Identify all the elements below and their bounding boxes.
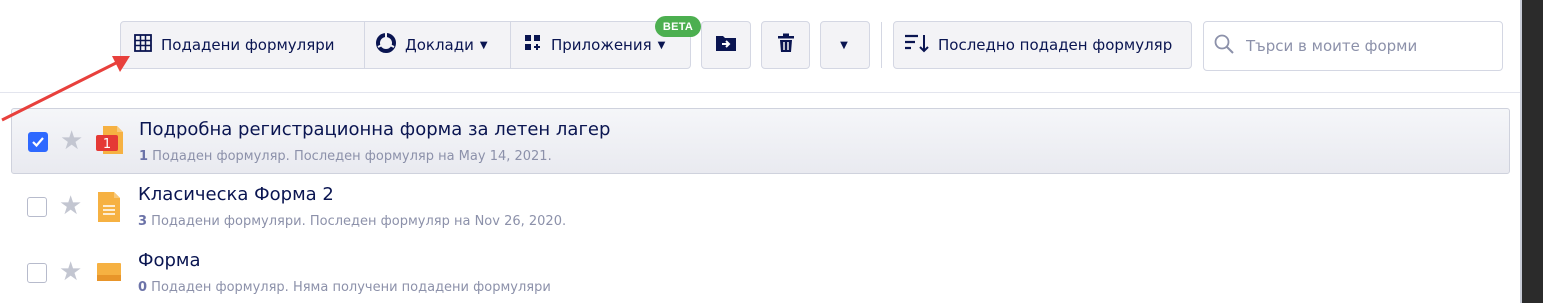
form-row[interactable]: ★ Класическа Форма 2 3 Подадени формуляр… — [11, 174, 1510, 240]
form-checkbox[interactable] — [27, 263, 47, 283]
submissions-label: Подадени формуляри — [161, 36, 335, 54]
form-row[interactable]: ★ 1 Подробна регистрационна форма за лет… — [11, 108, 1510, 174]
form-icon — [95, 257, 125, 293]
submission-text: Подаден формуляр. Няма получени подадени… — [147, 280, 551, 295]
submission-text: Подадени формуляри. Последен формуляр на… — [147, 214, 567, 229]
form-title[interactable]: Форма — [138, 250, 201, 271]
apps-grid-icon — [523, 33, 543, 57]
reports-button[interactable]: Доклади ▼ — [365, 22, 511, 68]
sort-icon — [904, 33, 930, 57]
submissions-button[interactable]: Подадени формуляри — [121, 22, 365, 68]
beta-badge: BETA — [655, 16, 701, 37]
more-actions-button[interactable]: ▼ — [820, 21, 870, 69]
window-edge — [1522, 0, 1543, 303]
form-row[interactable]: ★ Форма 0 Подаден формуляр. Няма получен… — [11, 240, 1510, 306]
check-icon — [32, 137, 44, 148]
move-to-folder-button[interactable] — [701, 21, 751, 69]
star-icon[interactable]: ★ — [59, 193, 82, 219]
form-title[interactable]: Подробна регистрационна форма за летен л… — [139, 119, 610, 140]
chevron-down-icon: ▼ — [657, 39, 666, 51]
form-title[interactable]: Класическа Форма 2 — [138, 184, 334, 205]
toolbar-divider — [881, 22, 882, 68]
form-checkbox[interactable] — [27, 197, 47, 217]
search-input[interactable] — [1244, 36, 1488, 56]
toolbar-button-group: Подадени формуляри Доклади ▼ Приложения … — [120, 21, 691, 69]
sort-button[interactable]: Последно подаден формуляр — [893, 21, 1192, 69]
pie-chart-icon — [375, 32, 397, 58]
star-icon[interactable]: ★ — [60, 128, 83, 154]
folder-move-icon — [715, 33, 737, 57]
chevron-down-icon: ▼ — [479, 39, 488, 51]
form-details: 0 Подаден формуляр. Няма получени подаде… — [138, 280, 551, 295]
reports-label: Доклади — [405, 36, 474, 54]
search-icon — [1214, 34, 1234, 58]
form-checkbox[interactable] — [28, 132, 48, 152]
submission-text: Подаден формуляр. Последен формуляр на M… — [148, 149, 552, 164]
submission-count: 0 — [138, 280, 148, 295]
submission-badge: 1 — [103, 137, 111, 152]
submission-count: 1 — [139, 149, 149, 164]
toolbar-separator — [0, 92, 1520, 93]
delete-button[interactable] — [761, 21, 810, 69]
chevron-down-icon: ▼ — [840, 39, 848, 51]
apps-label: Приложения — [551, 36, 652, 54]
star-icon[interactable]: ★ — [59, 259, 82, 285]
annotation-arrow — [1, 56, 130, 122]
form-details: 3 Подадени формуляри. Последен формуляр … — [138, 214, 566, 229]
search-box — [1203, 21, 1503, 71]
form-icon — [95, 191, 125, 227]
form-details: 1 Подаден формуляр. Последен формуляр на… — [139, 149, 552, 164]
trash-icon — [777, 33, 795, 57]
form-icon: 1 — [96, 126, 126, 162]
sort-label: Последно подаден формуляр — [938, 36, 1173, 54]
submission-count: 3 — [138, 214, 148, 229]
